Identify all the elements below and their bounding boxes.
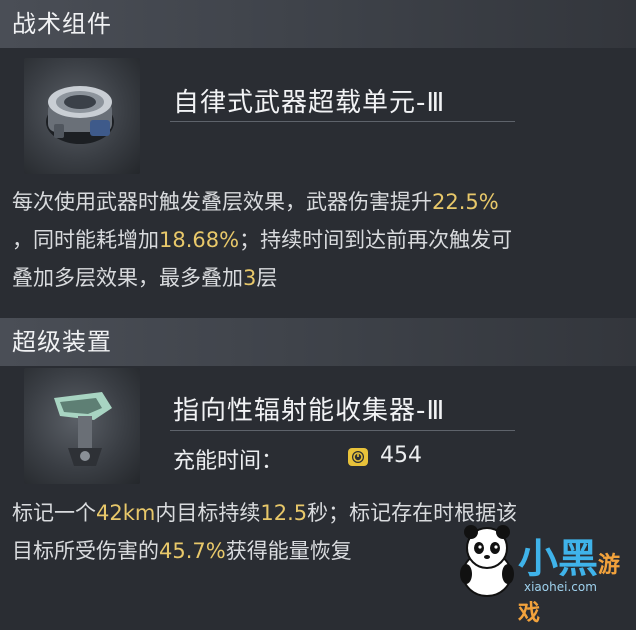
clock-icon: [347, 446, 369, 468]
panda-mascot-icon: [460, 525, 514, 597]
desc-line: 每次使用武器时触发叠层效果，武器伤害提升22.5%: [12, 190, 499, 214]
desc-line: 叠加多层效果，最多叠加3层: [12, 266, 278, 290]
super-device-name: 指向性辐射能收集器-Ⅲ: [173, 396, 446, 426]
watermark-logo: 小黑游戏 xiaohei.com: [452, 520, 632, 626]
highlight-value: 45.7%: [159, 539, 226, 563]
section-title: 超级装置: [12, 328, 112, 356]
highlight-value: 3: [243, 266, 257, 290]
desc-line: ，同时能耗增加18.68%；持续时间到达前再次触发可: [12, 228, 513, 252]
section-header-super-device: 超级装置: [0, 318, 636, 366]
divider: [170, 430, 515, 431]
tactical-item-description: 每次使用武器时触发叠层效果，武器伤害提升22.5% ，同时能耗增加18.68%；…: [12, 183, 626, 297]
divider: [170, 121, 515, 122]
charge-time-label: 充能时间：: [173, 449, 284, 474]
highlight-value: 18.68%: [159, 228, 240, 252]
tactical-item-thumbnail[interactable]: [24, 58, 140, 174]
super-device-thumbnail[interactable]: [24, 368, 140, 484]
watermark-brand: 小黑游戏: [518, 536, 621, 626]
highlight-value: 22.5%: [432, 190, 499, 214]
weapon-overload-unit-icon: [46, 86, 114, 144]
radiation-collector-icon: [54, 392, 112, 466]
section-header-tactical: 战术组件: [0, 0, 636, 48]
watermark-url: xiaohei.com: [524, 580, 597, 594]
highlight-value: 12.5: [260, 501, 308, 525]
section-title: 战术组件: [12, 10, 112, 38]
highlight-value: 42km: [96, 501, 156, 525]
tactical-item-name: 自律式武器超载单元-Ⅲ: [173, 88, 446, 118]
charge-time-value: 454: [380, 443, 422, 468]
